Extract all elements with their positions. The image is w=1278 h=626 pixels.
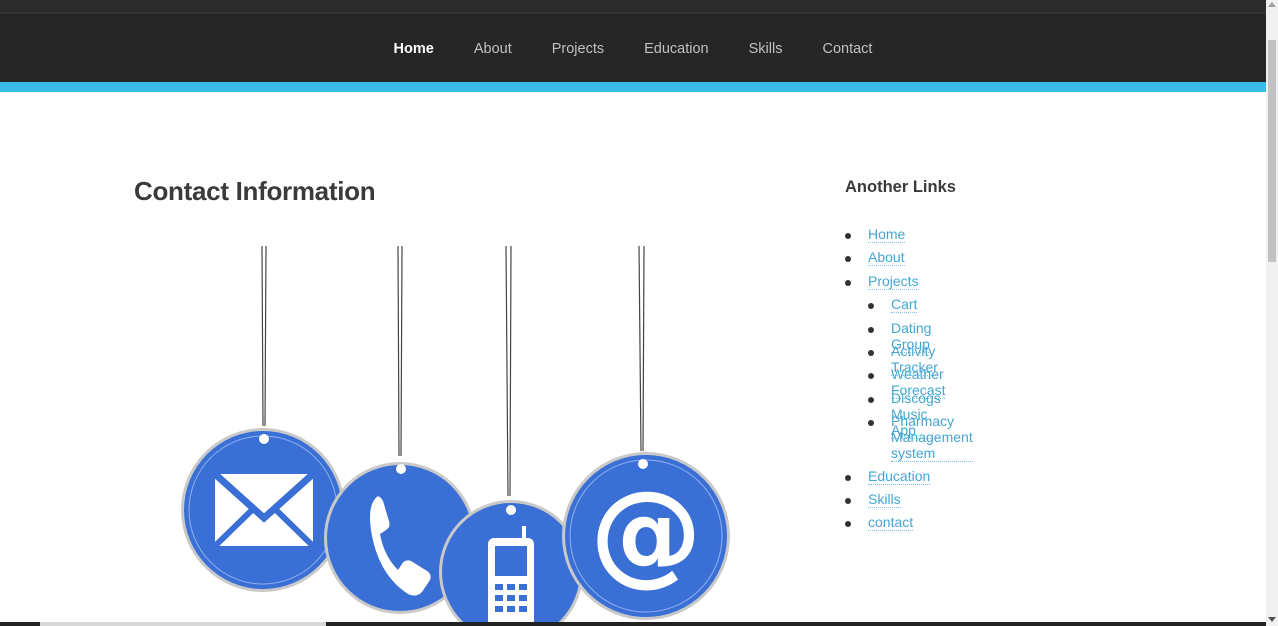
at-sign-icon: @ xyxy=(562,452,730,620)
sidebar-title: Another Links xyxy=(845,178,956,196)
link-home[interactable]: Home xyxy=(868,226,906,243)
link-pharmacy-management[interactable]: Pharmacy Management system xyxy=(891,413,973,463)
link-projects[interactable]: Projects xyxy=(868,273,919,290)
nav-item-projects[interactable]: Projects xyxy=(552,14,604,82)
scroll-up-arrow-icon[interactable] xyxy=(1268,2,1276,7)
nav-item-education[interactable]: Education xyxy=(644,14,709,82)
link-skills[interactable]: Skills xyxy=(868,491,901,508)
bottom-strip-segment xyxy=(40,622,326,626)
accent-bar xyxy=(0,82,1266,92)
nav-item-about[interactable]: About xyxy=(474,14,512,82)
link-cart[interactable]: Cart xyxy=(891,296,918,314)
top-strip xyxy=(0,0,1266,14)
link-about[interactable]: About xyxy=(868,249,905,267)
bottom-strip xyxy=(0,622,1266,626)
top-navigation: Home About Projects Education Skills Con… xyxy=(0,14,1266,82)
nav-item-home[interactable]: Home xyxy=(394,14,434,82)
nav-list: Home About Projects Education Skills Con… xyxy=(0,14,1266,82)
svg-text:@: @ xyxy=(590,468,702,598)
nav-item-contact[interactable]: Contact xyxy=(822,14,872,82)
link-education[interactable]: Education xyxy=(868,468,931,485)
vertical-scrollbar[interactable] xyxy=(1266,0,1278,626)
page-title: Contact Information xyxy=(134,176,376,206)
contact-icons-image: @ xyxy=(181,246,730,626)
scroll-down-arrow-icon[interactable] xyxy=(1268,617,1276,622)
scrollbar-thumb[interactable] xyxy=(1268,40,1276,262)
nav-item-skills[interactable]: Skills xyxy=(749,14,783,82)
link-contact[interactable]: contact xyxy=(868,514,914,532)
sidebar: Another Links Home About Projects Cart D… xyxy=(845,178,1225,532)
envelope-icon xyxy=(181,428,345,592)
